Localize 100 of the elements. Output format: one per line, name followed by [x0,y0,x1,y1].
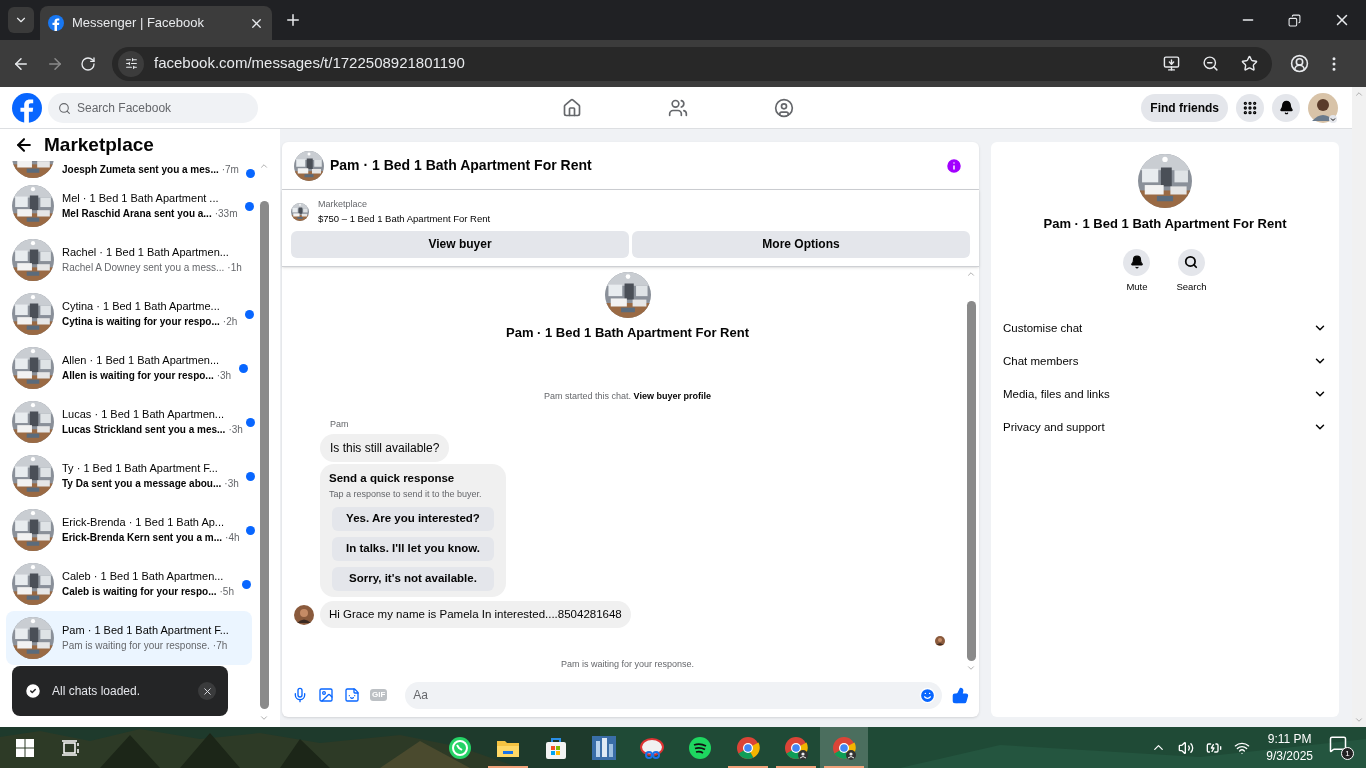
chat-time: ·33m [214,207,238,221]
chat-title: Rachel · 1 Bed 1 Bath Apartmen... [62,245,230,260]
chat-time: ·1h [227,261,242,275]
home-icon[interactable] [562,97,582,118]
message-bubble: Is this still available? [320,434,450,463]
chat-title: Allen · 1 Bed 1 Bath Apartmen... [62,353,221,368]
chat-time: ·4h [225,531,240,545]
chat-app-icon[interactable] [447,734,473,761]
music-app-icon[interactable] [687,734,713,761]
sender-name: Pam [330,417,350,431]
notifications-button[interactable]: 1 [1329,735,1354,760]
details-section[interactable]: Media, files and links [997,377,1333,411]
chat-preview: Caleb is waiting for your respo... [62,585,217,599]
details-title: Pam · 1 Bed 1 Bath Apartment For Rent [1043,215,1287,233]
chat-list-item[interactable]: Allen · 1 Bed 1 Bath Apartmen... Allen is waiting for your respo... ·3h [6,341,252,395]
groups-icon[interactable] [774,97,794,118]
quick-response-option[interactable]: In talks. I'll let you know. [332,537,494,561]
quick-response-option[interactable]: Yes. Are you interested? [332,507,494,531]
chat-time: ·3h [216,369,232,383]
browser-tab[interactable]: Messenger | Facebook [40,6,272,40]
chat-list-item[interactable]: Joesph Zumeta sent you a mes... ·7m [6,161,252,179]
grid-icon [1242,99,1258,116]
restore-icon[interactable] [1288,13,1301,27]
message-bubble: Hi Grace my name is Pamela In interested....8504281648 [320,601,631,629]
listing-label: Marketplace [318,198,369,211]
chat-list-item[interactable]: Lucas · 1 Bed 1 Bath Apartmen... Lucas Strickland sent you a mes... ·3h [6,395,252,449]
bell-icon [1129,255,1144,269]
chat-list-item[interactable]: Erick-Brenda · 1 Bed 1 Bath Ap... Erick-Brenda Kern sent you a m... ·4h [6,503,252,557]
info-icon[interactable] [945,156,963,175]
site-settings-icon[interactable] [118,50,144,77]
account-avatar[interactable] [1308,92,1338,123]
start-icon[interactable] [16,738,34,757]
task-view-icon[interactable] [62,739,80,756]
close-icon[interactable] [198,682,216,700]
install-icon[interactable] [1163,55,1180,72]
search-button[interactable] [1178,248,1205,276]
browser-icon[interactable] [783,734,809,761]
chat-title: Ty · 1 Bed 1 Bath Apartment F... [62,461,219,476]
taskbar-app[interactable] [820,727,868,768]
search-field[interactable]: Search Facebook [48,92,258,123]
tab-search-button[interactable] [8,7,34,33]
chat-preview: Erick-Brenda Kern sent you a m... [62,531,223,545]
new-tab-icon[interactable] [284,11,302,29]
url-text: facebook.com/messages/t/1722508921801190 [154,53,466,74]
like-icon[interactable] [952,686,969,704]
chat-title: Pam · 1 Bed 1 Bath Apartment F... [62,623,230,638]
reload-icon[interactable] [80,55,96,72]
chat-list-item[interactable]: Pam · 1 Bed 1 Bath Apartment F... Pam is waiting for your response. ·7h [6,611,252,665]
search-icon [1184,255,1199,269]
chat-time: ·3h [224,477,239,491]
volume-icon[interactable] [1178,739,1195,756]
chat-preview: Pam is waiting for your response. [62,639,210,653]
profile-icon[interactable] [1290,54,1309,73]
find-friends-button[interactable]: Find friends [1141,93,1228,122]
view-buyer-profile-link[interactable]: View buyer profile [633,391,711,402]
sidebar-title: Marketplace [44,132,154,157]
listing-button[interactable]: More Options [632,230,970,258]
mute-button[interactable] [1123,248,1151,276]
back-icon[interactable] [14,135,34,155]
chat-list-item[interactable]: Ty · 1 Bed 1 Bath Apartment F... Ty Da sent you a message abou... ·3h [6,449,252,503]
listing-button[interactable]: View buyer [291,230,629,258]
chat-preview: Rachel A Downey sent you a mess... [62,261,225,275]
chat-list-item[interactable]: Caleb · 1 Bed 1 Bath Apartmen... Caleb is waiting for your respo... ·5h [6,557,252,611]
message-field[interactable]: Aa [405,681,942,709]
search-icon [58,101,71,115]
chat-status: Pam is waiting for your response. [560,658,695,672]
bell-icon [1278,100,1294,115]
zoom-icon[interactable] [1202,55,1219,72]
clock-date: 9/3/2025 [1266,747,1313,765]
chat-list-item[interactable]: Mel · 1 Bed 1 Bath Apartment ... Mel Raschid Arana sent you a... ·33m [6,179,252,233]
microphone-icon[interactable] [292,687,308,703]
chat-title: Mel · 1 Bed 1 Bath Apartment ... [62,191,220,206]
notifications-icon[interactable] [1272,93,1300,122]
check-icon [24,682,42,700]
message-icon [1329,735,1347,753]
running-indicator [728,766,768,768]
bookmark-icon[interactable] [1241,55,1258,72]
running-indicator [824,766,864,768]
facebook-logo-icon[interactable] [12,92,42,123]
browser-icon[interactable] [831,734,857,761]
running-indicator [488,766,528,768]
friends-icon[interactable] [668,97,688,118]
clock-time: 9:11 PM [1267,730,1312,748]
chat-title: Erick-Brenda · 1 Bed 1 Bath Ap... [62,515,226,530]
details-section[interactable]: Customise chat [997,311,1333,345]
chat-list-item[interactable]: Cytina · 1 Bed 1 Bath Apartme... Cytina is waiting for your respo... ·2h [6,287,252,341]
details-section[interactable]: Chat members [997,344,1333,378]
photo-icon[interactable] [318,687,334,703]
apps-icon[interactable] [1236,93,1264,122]
chat-preview: Lucas Strickland sent you a mes... [62,423,226,437]
chat-list-item[interactable]: Rachel · 1 Bed 1 Bath Apartmen... Rachel A Downey sent you a mess... ·1h [6,233,252,287]
address-bar[interactable]: facebook.com/messages/t/1722508921801190 [112,46,1272,81]
chat-time: ·2h [222,315,238,329]
sticker-icon[interactable] [344,687,360,703]
city-app-icon[interactable] [591,734,617,761]
chat-time: ·7m [221,163,239,177]
quick-response-hint: Tap a response to send it to the buyer. [329,487,483,501]
quick-response-option[interactable]: Sorry, it's not available. [332,567,494,591]
details-section[interactable]: Privacy and support [997,410,1333,444]
browser-icon[interactable] [735,734,761,761]
